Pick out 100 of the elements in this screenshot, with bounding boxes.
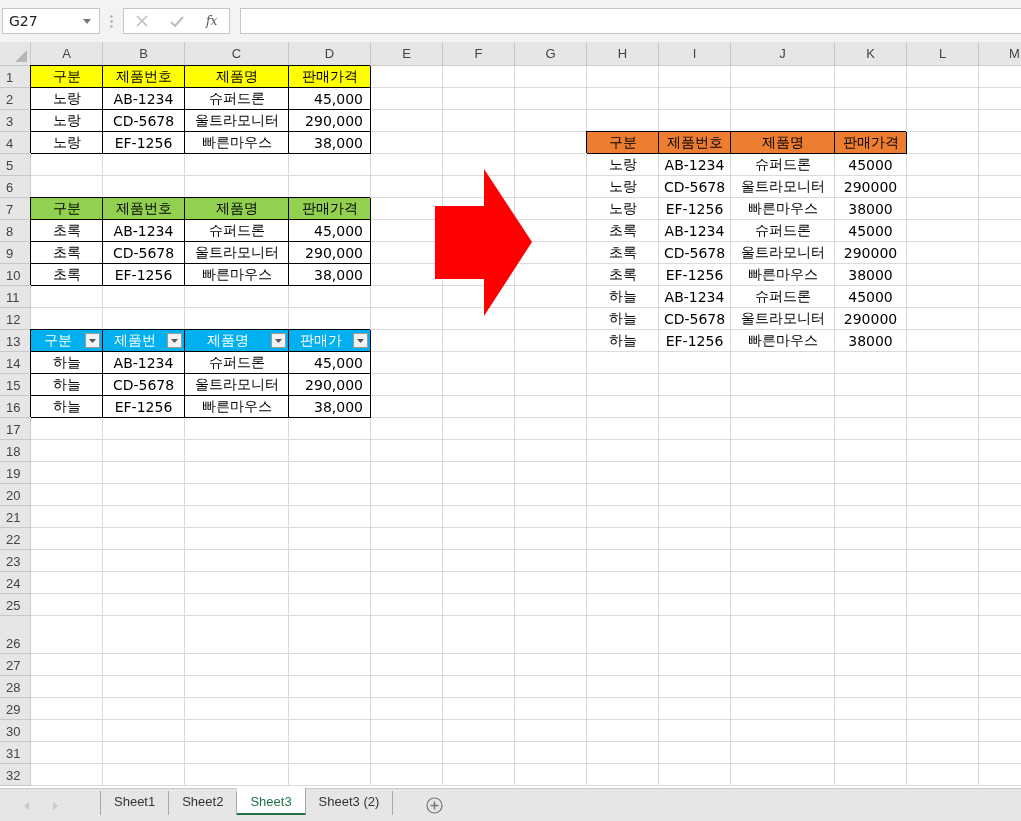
sheet-tab[interactable]: Sheet1 [101,790,170,815]
row-header[interactable]: 1 [0,66,31,88]
row-header[interactable]: 20 [0,484,31,506]
filter-dropdown-button[interactable] [85,333,100,348]
table-cell-text: CD-5678 [662,177,727,197]
table-cell: 초록 [31,220,103,242]
select-all-button[interactable] [0,42,31,66]
table-cell: 하늘 [31,374,103,396]
column-header[interactable]: K [835,42,907,66]
row-header[interactable]: 3 [0,110,31,132]
row-header[interactable]: 6 [0,176,31,198]
column-header[interactable]: E [371,42,443,66]
row-header[interactable]: 29 [0,698,31,720]
row-header[interactable]: 14 [0,352,31,374]
row-header[interactable]: 21 [0,506,31,528]
header-cell: 구분 [31,66,103,88]
row-header[interactable]: 19 [0,462,31,484]
header-cell: 제품명 [731,132,835,154]
table-cell: 45,000 [289,220,371,242]
table-cell-text: 45000 [847,155,894,175]
column-header[interactable]: I [659,42,731,66]
row-header[interactable]: 23 [0,550,31,572]
column-header[interactable]: L [907,42,979,66]
table-cell-text: 45000 [847,221,894,241]
row-header[interactable]: 4 [0,132,31,154]
column-header[interactable]: C [185,42,289,66]
column-header[interactable]: B [103,42,185,66]
table-cell: 노랑 [31,88,103,110]
column-header[interactable]: F [443,42,515,66]
column-header[interactable]: A [31,42,103,66]
row-header[interactable]: 18 [0,440,31,462]
table-cell: 45,000 [289,88,371,110]
table-cell-text: AB-1234 [663,221,726,241]
row-header[interactable]: 17 [0,418,31,440]
header-cell: 구분 [31,330,103,352]
table-cell-text: 38000 [847,199,894,219]
column-header[interactable]: G [515,42,587,66]
row-header[interactable]: 9 [0,242,31,264]
sheet-tab[interactable]: Sheet3 (2) [305,790,394,815]
formula-input[interactable] [240,8,1021,34]
table-cell: 슈퍼드론 [185,220,289,242]
table-cell: CD-5678 [103,110,185,132]
table-cell-text: AB-1234 [663,155,726,175]
row-header[interactable]: 8 [0,220,31,242]
table-cell: 38,000 [289,396,371,418]
table-cell-text: 울트라모니터 [739,176,826,196]
table-cell-text: AB-1234 [663,287,726,307]
row-header[interactable]: 12 [0,308,31,330]
scroll-right-icon[interactable] [53,801,58,810]
row-header[interactable]: 30 [0,720,31,742]
row-header[interactable]: 26 [0,616,31,654]
column-header[interactable]: J [731,42,835,66]
row-header[interactable]: 24 [0,572,31,594]
header-cell: 제품명 [185,330,289,352]
row-header[interactable]: 16 [0,396,31,418]
row-header[interactable]: 13 [0,330,31,352]
header-cell: 판매가격 [289,198,371,220]
table-cell: CD-5678 [103,374,185,396]
name-box[interactable]: G27 [2,8,100,34]
column-header[interactable]: H [587,42,659,66]
row-header[interactable]: 25 [0,594,31,616]
table-cell: 하늘 [31,352,103,374]
table-cell-text: EF-1256 [664,265,725,285]
scroll-left-icon[interactable] [24,801,29,810]
drag-handle-icon [110,14,113,28]
row-header[interactable]: 31 [0,742,31,764]
row-header[interactable]: 2 [0,88,31,110]
filter-dropdown-button[interactable] [167,333,182,348]
check-icon[interactable] [170,15,184,27]
table-cell-text: 초록 [607,220,638,240]
table-cell: 290,000 [289,242,371,264]
add-sheet-icon[interactable] [426,797,444,814]
column-header[interactable]: M [979,42,1021,66]
row-header[interactable]: 7 [0,198,31,220]
table-cell-text: 울트라모니터 [739,308,826,328]
table-cell-text: 슈퍼드론 [753,286,812,306]
filter-dropdown-button[interactable] [353,333,368,348]
table-cell-text: 하늘 [607,308,638,328]
row-header[interactable]: 15 [0,374,31,396]
filter-dropdown-button[interactable] [271,333,286,348]
header-cell: 제품번호 [103,198,185,220]
header-cell: 구분 [31,198,103,220]
table-cell-text: 38000 [847,331,894,351]
table-cell-text: 45000 [847,287,894,307]
row-header[interactable]: 10 [0,264,31,286]
row-header[interactable]: 28 [0,676,31,698]
header-cell: 구분 [587,132,659,154]
caret-icon [275,338,282,343]
cancel-icon[interactable] [136,15,148,27]
insert-function-button[interactable]: fx [206,14,218,28]
row-header[interactable]: 11 [0,286,31,308]
table-cell: AB-1234 [103,88,185,110]
column-header[interactable]: D [289,42,371,66]
table-cell: 290,000 [289,374,371,396]
row-header[interactable]: 22 [0,528,31,550]
header-cell: 제품번 [103,330,185,352]
caret-icon [357,338,364,343]
row-header[interactable]: 5 [0,154,31,176]
row-header[interactable]: 27 [0,654,31,676]
row-header[interactable]: 32 [0,764,31,786]
